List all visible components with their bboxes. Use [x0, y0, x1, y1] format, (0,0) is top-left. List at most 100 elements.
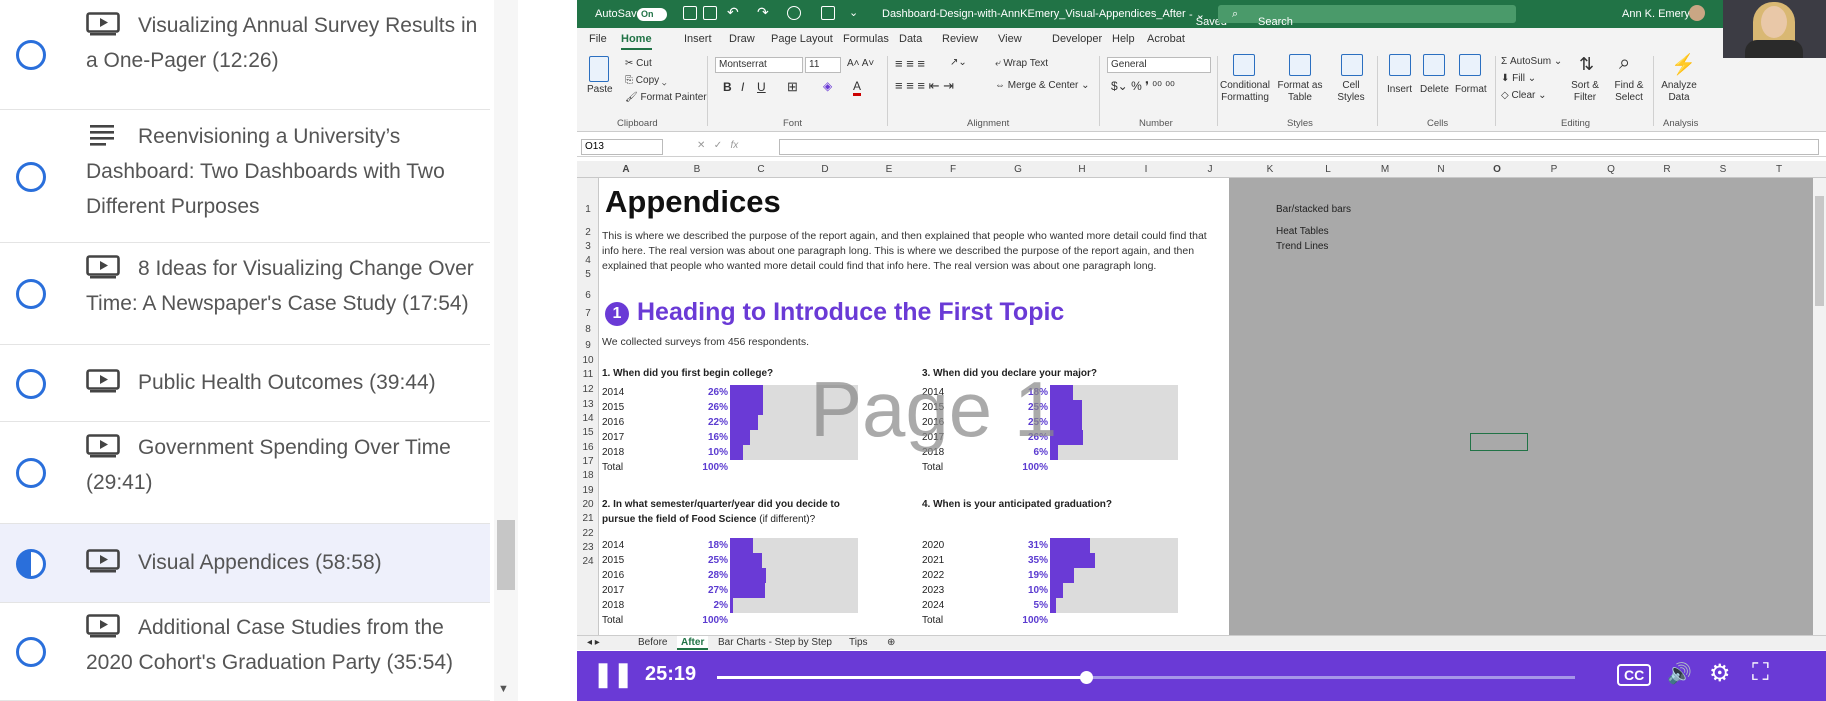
volume-icon[interactable]: 🔊	[1667, 661, 1692, 686]
column-header[interactable]: L	[1323, 164, 1333, 175]
sheet-tab[interactable]: Bar Charts - Step by Step	[714, 636, 836, 650]
borders-icon[interactable]: ⊞	[787, 79, 798, 95]
paste-icon[interactable]	[589, 56, 609, 82]
new-file-icon[interactable]	[703, 6, 717, 20]
ribbon-tab-file[interactable]: File	[589, 33, 607, 45]
lesson-item[interactable]: Visual Appendices (58:58)	[0, 524, 490, 603]
sort-filter-button[interactable]: Sort & Filter	[1565, 80, 1605, 104]
row-header[interactable]: 15	[577, 427, 599, 438]
fullscreen-icon[interactable]: ⛶	[1752, 659, 1769, 687]
orientation-icon[interactable]: ↗⌄	[950, 57, 967, 68]
scroll-down-arrow-icon[interactable]: ▼	[498, 683, 509, 695]
format-painter-button[interactable]: 🖌 Format Painter	[625, 92, 707, 103]
row-header[interactable]: 8	[577, 324, 599, 335]
row-header[interactable]: 13	[577, 399, 599, 410]
column-header[interactable]: D	[820, 164, 830, 175]
ribbon-tab-insert[interactable]: Insert	[684, 33, 712, 45]
ribbon-tab-draw[interactable]: Draw	[729, 33, 755, 45]
underline-button[interactable]: U	[757, 80, 766, 94]
conditional-formatting-icon[interactable]	[1233, 54, 1255, 76]
lesson-item[interactable]: 8 Ideas for Visualizing Change Over Time…	[0, 243, 490, 345]
column-header[interactable]: P	[1549, 164, 1559, 175]
row-header[interactable]: 9	[577, 340, 599, 351]
number-format-select[interactable]: General	[1107, 57, 1211, 73]
delete-cells-button[interactable]: Delete	[1420, 84, 1449, 95]
ribbon-tab-data[interactable]: Data	[899, 33, 922, 45]
row-header[interactable]: 19	[577, 485, 599, 496]
font-color-icon[interactable]: A	[853, 79, 862, 96]
insert-cells-icon[interactable]	[1389, 54, 1411, 76]
print-preview-icon[interactable]	[821, 6, 835, 20]
column-header[interactable]: B	[692, 164, 702, 175]
ribbon-tab-formulas[interactable]: Formulas	[843, 33, 889, 45]
column-header[interactable]: R	[1662, 164, 1672, 175]
column-header[interactable]: C	[756, 164, 766, 175]
column-header[interactable]: K	[1265, 164, 1275, 175]
format-as-table-icon[interactable]	[1289, 54, 1311, 76]
clear-button[interactable]: ◇ Clear ⌄	[1501, 90, 1547, 101]
column-header[interactable]: T	[1774, 164, 1784, 175]
lesson-item[interactable]: Government Spending Over Time (29:41)	[0, 422, 490, 524]
scrollbar-thumb[interactable]	[497, 520, 515, 590]
ribbon-tab-help[interactable]: Help	[1112, 33, 1135, 45]
row-header[interactable]: 22	[577, 528, 599, 539]
italic-button[interactable]: I	[741, 80, 744, 94]
merge-center-button[interactable]: ⇔ Merge & Center ⌄	[995, 80, 1090, 91]
ribbon-tab-view[interactable]: View	[998, 33, 1022, 45]
name-box[interactable]: O13	[581, 139, 663, 155]
align-top-icon[interactable]: ≡ ≡ ≡	[895, 56, 925, 71]
save-icon[interactable]	[683, 6, 697, 20]
grow-font-icon[interactable]: A˄ A˅	[847, 58, 874, 69]
sheet-nav-arrows[interactable]: ◂ ▸	[583, 636, 604, 650]
row-header[interactable]: 3	[577, 241, 599, 252]
row-header[interactable]: 7	[577, 308, 599, 319]
row-header[interactable]: 16	[577, 442, 599, 453]
font-name-select[interactable]: Montserrat	[715, 57, 803, 73]
format-as-table-button[interactable]: Format as Table	[1275, 80, 1325, 104]
worksheet-grid[interactable]: 1 2 3 4 5 6 7 8 9 10 11 12 13 14 15 16 17 18 19 20 21 22 23 24 …	[577, 178, 1826, 636]
selected-cell[interactable]	[1470, 433, 1528, 451]
column-header[interactable]: S	[1718, 164, 1728, 175]
undo-icon[interactable]: ↶	[727, 4, 739, 21]
row-header[interactable]: 18	[577, 470, 599, 481]
font-size-select[interactable]: 11	[805, 57, 841, 73]
fill-button[interactable]: ⬇ Fill ⌄	[1501, 73, 1536, 84]
format-cells-icon[interactable]	[1459, 54, 1481, 76]
column-header[interactable]: G	[1013, 164, 1023, 175]
captions-button[interactable]: CC	[1617, 664, 1652, 686]
sheet-tab[interactable]: Tips	[845, 636, 872, 650]
column-header[interactable]: M	[1380, 164, 1390, 175]
add-sheet-icon[interactable]: ⊕	[883, 636, 899, 650]
avatar[interactable]	[1689, 5, 1705, 21]
column-header[interactable]: I	[1141, 164, 1151, 175]
customize-toolbar-icon[interactable]: ⌄	[849, 6, 858, 19]
cut-button[interactable]: ✂ Cut	[625, 58, 652, 69]
formula-actions[interactable]: ✕ ✓ fx	[697, 140, 738, 151]
copy-button[interactable]: ⎘ Copy ⌄	[625, 75, 667, 86]
row-header[interactable]: 10	[577, 355, 599, 366]
ribbon-tab-acrobat[interactable]: Acrobat	[1147, 33, 1185, 45]
cell-styles-button[interactable]: Cell Styles	[1331, 80, 1371, 104]
row-header[interactable]: 17	[577, 456, 599, 467]
cell-styles-icon[interactable]	[1341, 54, 1363, 76]
wrap-text-button[interactable]: ⤶ Wrap Text	[995, 58, 1048, 69]
sheet-tab[interactable]: After	[677, 636, 709, 650]
row-header[interactable]: 20	[577, 499, 599, 510]
lesson-item[interactable]: Public Health Outcomes (39:44)	[0, 345, 490, 422]
search-input[interactable]: ⌕ Search	[1218, 5, 1516, 28]
autosave-toggle[interactable]: On	[637, 8, 667, 21]
paste-button[interactable]: Paste	[587, 84, 613, 95]
pause-icon[interactable]: ❚❚	[593, 660, 633, 689]
row-header[interactable]: 4	[577, 255, 599, 266]
number-format-icons[interactable]: $⌄ % ❜ ⁰⁰ ⁰⁰	[1111, 79, 1175, 93]
row-header[interactable]: 12	[577, 384, 599, 395]
column-header[interactable]: H	[1077, 164, 1087, 175]
row-header[interactable]: 5	[577, 269, 599, 280]
insert-cells-button[interactable]: Insert	[1387, 84, 1412, 95]
delete-cells-icon[interactable]	[1423, 54, 1445, 76]
redo-icon[interactable]: ↷	[757, 4, 769, 21]
column-header[interactable]: E	[884, 164, 894, 175]
find-icon[interactable]: ⌕	[1619, 52, 1630, 75]
column-header[interactable]: J	[1205, 164, 1215, 175]
conditional-formatting-button[interactable]: Conditional Formatting	[1219, 80, 1271, 104]
